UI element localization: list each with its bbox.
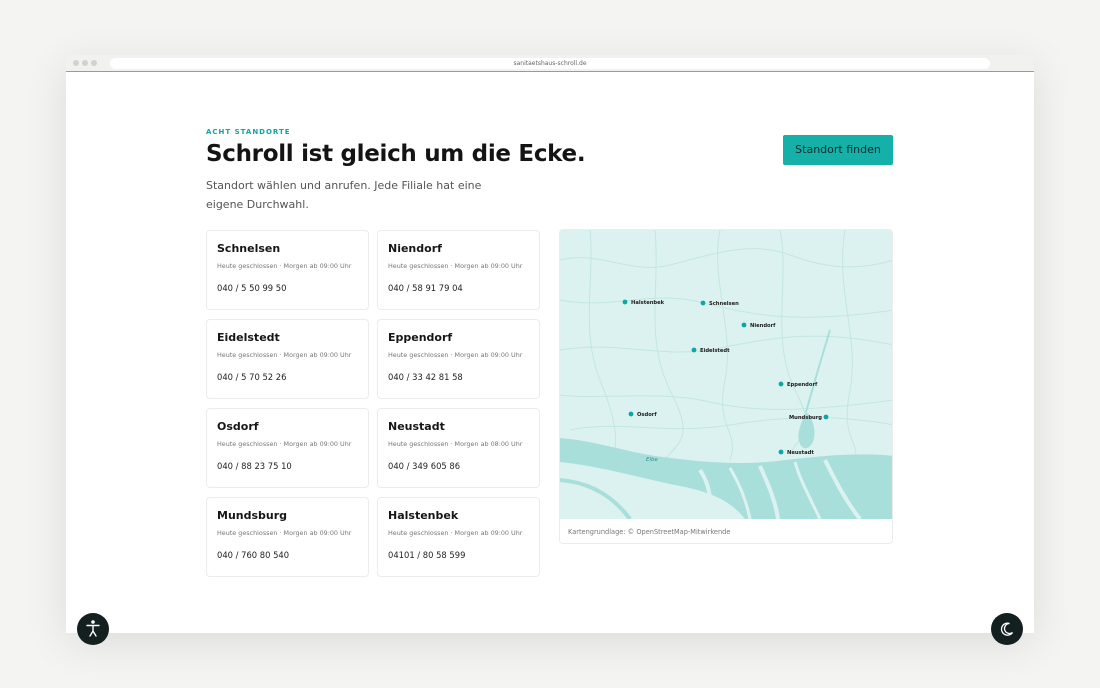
location-card-schnelsen[interactable]: Schnelsen Heute geschlossen · Morgen ab … [206,230,369,310]
location-card-neustadt[interactable]: Neustadt Heute geschlossen · Morgen ab 0… [377,408,540,488]
map-attribution: Kartengrundlage: © OpenStreetMap-Mitwirk… [568,528,731,536]
accessibility-button[interactable] [77,613,109,645]
location-card-halstenbek[interactable]: Halstenbek Heute geschlossen · Morgen ab… [377,497,540,577]
location-card-eppendorf[interactable]: Eppendorf Heute geschlossen · Morgen ab … [377,319,540,399]
location-phone[interactable]: 04101 / 80 58 599 [388,550,465,560]
location-card-osdorf[interactable]: Osdorf Heute geschlossen · Morgen ab 09:… [206,408,369,488]
moon-icon [1000,622,1014,636]
map-marker-label: Halstenbek [631,300,665,306]
page-content: ACHT STANDORTE Schroll ist gleich um die… [66,73,1034,633]
location-card-eidelstedt[interactable]: Eidelstedt Heute geschlossen · Morgen ab… [206,319,369,399]
location-name: Niendorf [388,242,442,255]
window-minimize-dot[interactable] [82,60,88,66]
find-location-button[interactable]: Standort finden [783,135,893,165]
map-marker-label: Eppendorf [787,382,818,388]
location-phone[interactable]: 040 / 760 80 540 [217,550,289,560]
location-name: Osdorf [217,420,259,433]
location-name: Neustadt [388,420,445,433]
location-map-card: Elbe Halstenbek Schnelsen Niendorf Eidel… [559,229,893,544]
page-subtitle: Standort wählen und anrufen. Jede Filial… [206,179,482,211]
map-marker-label: Neustadt [787,450,814,456]
section-eyebrow: ACHT STANDORTE [206,128,291,136]
map-marker-label: Mundsburg [789,415,822,421]
location-name: Eidelstedt [217,331,280,344]
location-hours: Heute geschlossen · Morgen ab 08:00 Uhr [388,440,523,448]
location-phone[interactable]: 040 / 5 70 52 26 [217,372,286,382]
window-close-dot[interactable] [73,60,79,66]
map-marker-label: Schnelsen [709,301,739,307]
location-phone[interactable]: 040 / 88 23 75 10 [217,461,292,471]
location-hours: Heute geschlossen · Morgen ab 09:00 Uhr [217,351,352,359]
location-hours: Heute geschlossen · Morgen ab 09:00 Uhr [388,262,523,270]
location-phone[interactable]: 040 / 5 50 99 50 [217,283,286,293]
location-name: Halstenbek [388,509,459,522]
location-phone[interactable]: 040 / 33 42 81 58 [388,372,463,382]
map-marker-label: Osdorf [637,412,657,418]
window-maximize-dot[interactable] [91,60,97,66]
location-hours: Heute geschlossen · Morgen ab 09:00 Uhr [217,529,352,537]
location-phone[interactable]: 040 / 58 91 79 04 [388,283,463,293]
location-hours: Heute geschlossen · Morgen ab 09:00 Uhr [217,262,352,270]
accessibility-icon [86,620,100,637]
map-river-label: Elbe [646,457,658,463]
browser-toolbar: sanitaetshaus-schroll.de [66,55,1034,72]
map-marker-label: Eidelstedt [700,348,730,354]
location-name: Eppendorf [388,331,453,344]
address-bar[interactable]: sanitaetshaus-schroll.de [110,58,990,69]
page-title: Schroll ist gleich um die Ecke. [206,141,586,167]
map-marker-label: Niendorf [750,323,776,329]
location-name: Mundsburg [217,509,288,522]
location-card-niendorf[interactable]: Niendorf Heute geschlossen · Morgen ab 0… [377,230,540,310]
location-hours: Heute geschlossen · Morgen ab 09:00 Uhr [388,529,523,537]
location-hours: Heute geschlossen · Morgen ab 09:00 Uhr [388,351,523,359]
location-card-mundsburg[interactable]: Mundsburg Heute geschlossen · Morgen ab … [206,497,369,577]
location-map[interactable]: Elbe Halstenbek Schnelsen Niendorf Eidel… [560,230,893,519]
location-phone[interactable]: 040 / 349 605 86 [388,461,460,471]
location-hours: Heute geschlossen · Morgen ab 09:00 Uhr [217,440,352,448]
location-name: Schnelsen [217,242,281,255]
browser-window: sanitaetshaus-schroll.de ACHT STANDORTE … [66,55,1034,633]
dark-mode-toggle[interactable] [991,613,1023,645]
